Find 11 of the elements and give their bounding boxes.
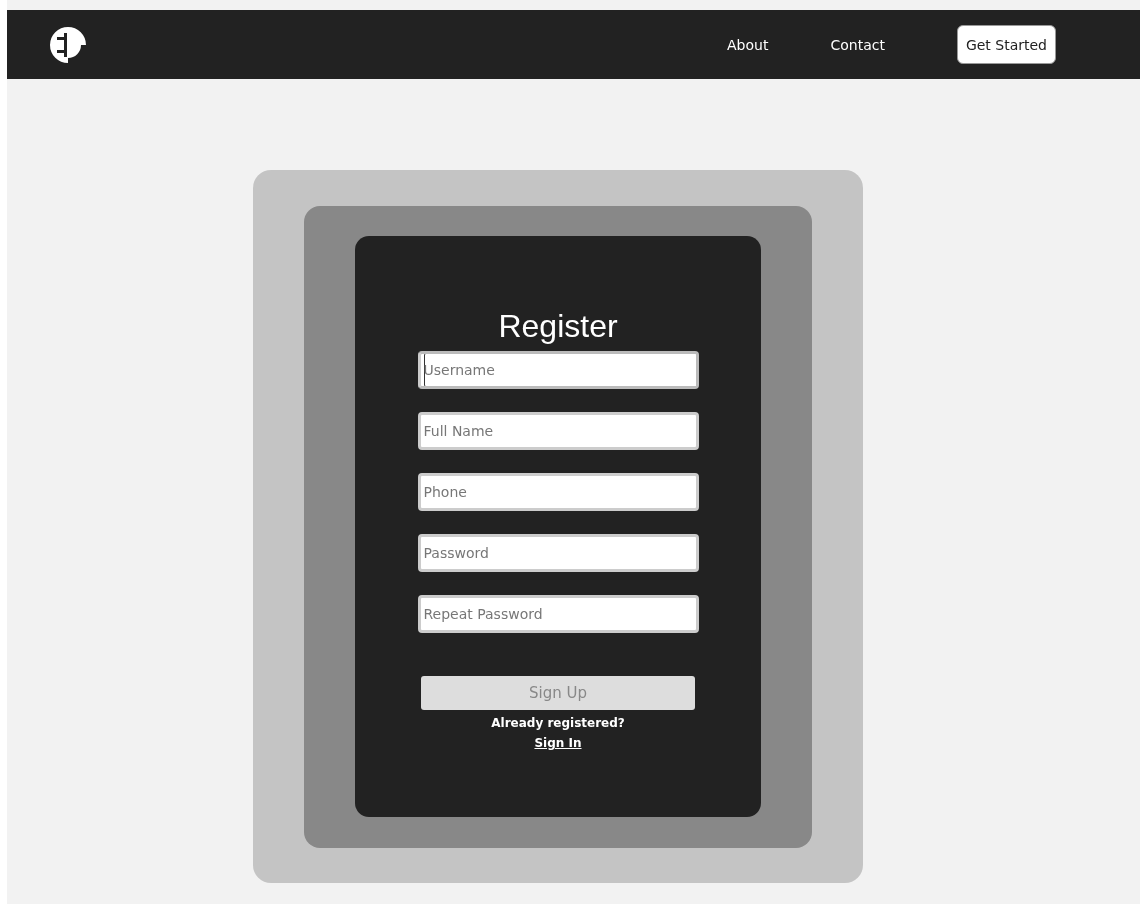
- nav-link[interactable]: About: [727, 36, 769, 53]
- form-title: Register: [498, 308, 618, 345]
- input-field[interactable]: Phone: [417, 473, 699, 511]
- already-registered-text: Already registered?: [491, 716, 625, 730]
- get-started-button[interactable]: Get Started: [956, 25, 1056, 64]
- plug-logo-icon[interactable]: [48, 24, 88, 65]
- input-field[interactable]: Full Name: [417, 412, 699, 450]
- sign-in-link[interactable]: Sign In: [534, 736, 582, 750]
- nav-link[interactable]: Contact: [830, 36, 885, 53]
- input-field[interactable]: Repeat Password: [417, 595, 699, 633]
- input-field[interactable]: Password: [417, 534, 699, 572]
